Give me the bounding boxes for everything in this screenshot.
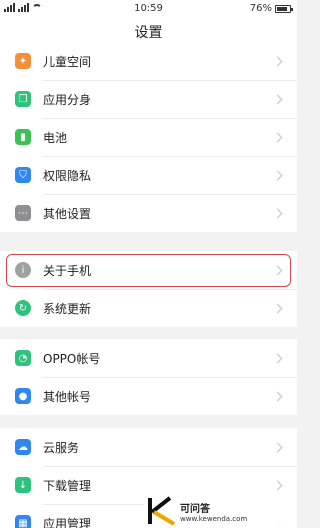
- chevron-right-icon: [272, 480, 283, 490]
- watermark: 可问答 www.kewenda.com: [144, 494, 297, 528]
- settings-item-oppo-account[interactable]: ◔ OPPO帐号: [0, 339, 297, 377]
- settings-item-app-clone[interactable]: ❐ 应用分身: [0, 80, 297, 118]
- item-label: 其他设置: [43, 206, 92, 221]
- app-clone-icon: ❐: [15, 91, 31, 107]
- download-icon: ↓: [15, 477, 31, 493]
- person-icon: ●: [15, 388, 31, 404]
- settings-item-system-update[interactable]: ↻ 系统更新: [0, 289, 297, 327]
- watermark-logo: [144, 494, 180, 528]
- item-label: 应用分身: [43, 92, 92, 107]
- shield-icon: ⛉: [15, 167, 31, 183]
- chevron-right-icon: [272, 208, 283, 218]
- settings-group-1: ✦ 儿童空间 ❐ 应用分身 ▮ 电池 ⛉ 权限隐私 ⋯ 其他设置: [0, 42, 297, 232]
- battery-icon: ▮: [15, 129, 31, 145]
- cloud-icon: ☁: [15, 439, 31, 455]
- apps-icon: ▦: [15, 515, 31, 528]
- item-label: 云服务: [43, 440, 80, 455]
- item-label: 其他帐号: [43, 389, 92, 404]
- chevron-right-icon: [272, 353, 283, 363]
- item-label: 儿童空间: [43, 54, 92, 69]
- battery-percent: 76%: [249, 3, 272, 14]
- child-icon: ✦: [15, 53, 31, 69]
- highlight-box: [6, 254, 291, 287]
- item-label: 下载管理: [43, 478, 92, 493]
- chevron-right-icon: [272, 94, 283, 104]
- chevron-right-icon: [272, 442, 283, 452]
- settings-item-privacy[interactable]: ⛉ 权限隐私: [0, 156, 297, 194]
- more-icon: ⋯: [15, 205, 31, 221]
- settings-item-kids-space[interactable]: ✦ 儿童空间: [0, 42, 297, 80]
- chevron-right-icon: [272, 132, 283, 142]
- settings-item-other-accounts[interactable]: ● 其他帐号: [0, 377, 297, 415]
- battery-icon: [275, 4, 293, 13]
- settings-group-3: ◔ OPPO帐号 ● 其他帐号: [0, 339, 297, 415]
- status-bar: 10:59 76%: [0, 0, 297, 18]
- item-label: 系统更新: [43, 301, 92, 316]
- item-label: 应用管理: [43, 516, 92, 528]
- settings-item-other-settings[interactable]: ⋯ 其他设置: [0, 194, 297, 232]
- chevron-right-icon: [272, 170, 283, 180]
- chevron-right-icon: [272, 391, 283, 401]
- item-label: 电池: [43, 130, 68, 145]
- item-label: 权限隐私: [43, 168, 92, 183]
- watermark-title: 可问答: [180, 503, 210, 515]
- watermark-url: www.kewenda.com: [180, 514, 248, 523]
- item-label: OPPO帐号: [43, 351, 101, 366]
- settings-item-battery[interactable]: ▮ 电池: [0, 118, 297, 156]
- settings-item-cloud-service[interactable]: ☁ 云服务: [0, 428, 297, 466]
- chevron-right-icon: [272, 56, 283, 66]
- update-icon: ↻: [15, 300, 31, 316]
- chevron-right-icon: [272, 303, 283, 313]
- account-icon: ◔: [15, 350, 31, 366]
